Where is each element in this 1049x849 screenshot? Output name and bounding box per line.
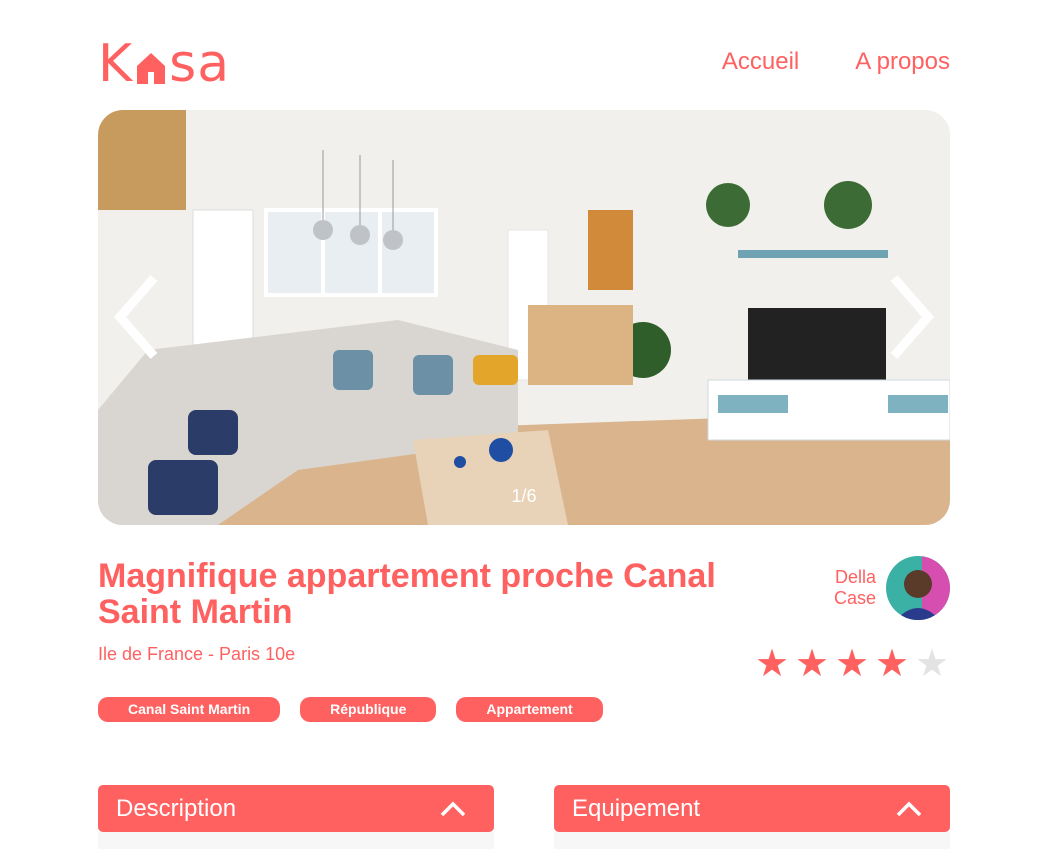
tag-badge: Appartement [456,697,603,722]
tag-badge: République [300,697,437,722]
site-header: K sa Accueil A propos [98,34,950,94]
star-filled-icon: ★ [754,643,790,685]
host-avatar-image [886,556,950,620]
logo-letter-k: K [98,34,134,94]
gallery-counter: 1/6 [511,486,537,506]
description-body [98,832,494,849]
description-title: Description [116,794,237,822]
host-first-name: Della [834,567,876,587]
gallery-prev-button[interactable] [110,270,170,365]
star-filled-icon: ★ [834,643,870,685]
apartment-photo [98,110,950,525]
logo-letters-sa: sa [169,34,231,94]
description-toggle[interactable]: Description [98,785,494,832]
gallery-next-button[interactable] [878,270,938,365]
equipment-collapse: Equipement [554,785,950,849]
chevron-left-icon [114,275,158,359]
house-icon [137,53,166,84]
tag-list: Canal Saint Martin République Appartement [98,697,603,722]
tag-badge: Canal Saint Martin [98,697,281,722]
kasa-logo[interactable]: K sa [98,34,231,94]
equipment-title: Equipement [572,794,701,822]
nav-home-link[interactable]: Accueil [722,48,799,76]
host-name: Della Case [834,567,876,609]
photo-gallery: 1/6 [98,110,950,525]
description-collapse: Description [98,785,494,849]
host-last-name: Case [833,588,876,608]
host-info: Della Case [834,556,950,620]
nav-about-link[interactable]: A propos [855,48,950,76]
equipment-body [554,832,950,849]
listing-title: Magnifique appartement proche Canal Sain… [98,557,716,631]
chevron-up-icon [896,801,922,816]
star-filled-icon: ★ [874,643,910,685]
rating-stars: ★ ★ ★ ★ ★ [754,644,950,684]
listing-location: Ile de France - Paris 10e [98,644,296,664]
star-empty-icon: ★ [914,643,950,685]
host-avatar [886,556,950,620]
star-filled-icon: ★ [794,643,830,685]
chevron-up-icon [440,801,466,816]
equipment-toggle[interactable]: Equipement [554,785,950,832]
main-nav: Accueil A propos [722,48,950,76]
chevron-right-icon [890,275,934,359]
